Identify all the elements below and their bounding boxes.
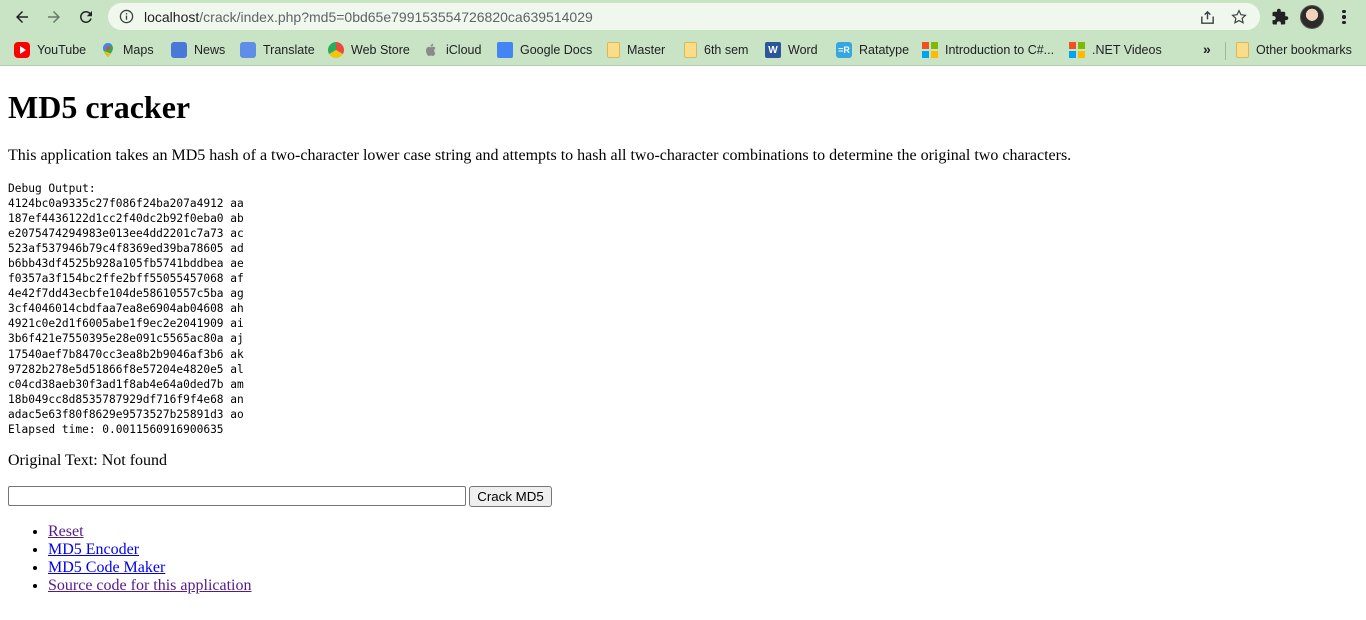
bookmark-folder-6th-sem[interactable]: 6th sem <box>684 40 748 60</box>
translate-icon <box>240 42 256 58</box>
forward-button[interactable] <box>42 5 66 29</box>
debug-line: 97282b278e5d51866f8e57204e4820e5 al <box>8 362 244 376</box>
bookmark-label: Google Docs <box>520 43 593 57</box>
url-text[interactable]: localhost/crack/index.php?md5=0bd65e7991… <box>144 9 593 25</box>
bookmarks-divider <box>1225 42 1226 60</box>
microsoft-icon <box>922 42 938 58</box>
profile-avatar[interactable] <box>1300 5 1324 29</box>
debug-line: 187ef4436122d1cc2f40dc2b92f0eba0 ab <box>8 212 244 226</box>
ratatype-icon: =R <box>836 42 852 58</box>
bookmark-news[interactable]: News <box>171 40 225 60</box>
debug-line: 523af537946b79c4f8369ed39ba78605 ad <box>8 242 244 256</box>
debug-line: 4e42f7dd43ecbfe104de58610557c5ba ag <box>8 287 244 301</box>
list-item: MD5 Encoder <box>48 541 252 559</box>
debug-line: f0357a3f154bc2ffe2bff55055457068 af <box>8 272 244 286</box>
bookmark-ratatype[interactable]: =R Ratatype <box>836 40 909 60</box>
debug-line: 17540aef7b8470cc3ea8b2b9046af3b6 ak <box>8 347 244 361</box>
bookmark-label: Other bookmarks <box>1256 43 1352 57</box>
links-list: Reset MD5 Encoder MD5 Code Maker Source … <box>8 523 252 595</box>
apple-icon <box>423 42 439 58</box>
list-item: Reset <box>48 523 252 541</box>
share-icon[interactable] <box>1198 8 1216 26</box>
url-path: /crack/index.php?md5=0bd65e7991535547268… <box>199 8 593 25</box>
bookmark-label: News <box>194 43 226 57</box>
elapsed-time: Elapsed time: 0.0011560916900635 <box>8 422 224 436</box>
bookmarks-bar: YouTube Maps News Translate Web Store iC… <box>0 34 1366 66</box>
bookmark-google-docs[interactable]: Google Docs <box>497 40 592 60</box>
crack-md5-button[interactable]: Crack MD5 <box>469 486 552 507</box>
original-text-result: Original Text: Not found <box>8 452 167 470</box>
source-code-link[interactable]: Source code for this application <box>48 577 252 594</box>
bookmark-label: Ratatype <box>859 43 910 57</box>
bookmark-youtube[interactable]: YouTube <box>14 40 86 60</box>
webstore-icon <box>328 42 344 58</box>
debug-line: e2075474294983e013ee4dd2201c7a73 ac <box>8 227 244 241</box>
page-title: MD5 cracker <box>8 89 191 125</box>
bookmark-word[interactable]: W Word <box>765 40 818 60</box>
star-icon[interactable] <box>1230 8 1248 26</box>
bookmark-label: Web Store <box>351 43 410 57</box>
folder-icon <box>684 42 697 58</box>
maps-icon <box>100 42 116 58</box>
debug-line: 18b049cc8d8535787929df716f9f4e68 an <box>8 392 244 406</box>
browser-toolbar: localhost/crack/index.php?md5=0bd65e7991… <box>0 0 1366 34</box>
list-item: Source code for this application <box>48 577 252 595</box>
reload-icon <box>79 10 92 23</box>
bookmark-label: Introduction to C#... <box>945 43 1055 57</box>
kebab-menu-icon[interactable] <box>1336 6 1352 28</box>
md5-encoder-link[interactable]: MD5 Encoder <box>48 541 139 558</box>
page-description: This application takes an MD5 hash of a … <box>8 147 1072 164</box>
debug-line: c04cd38aeb30f3ad1f8ab4e64a0ded7b am <box>8 377 244 391</box>
folder-icon <box>607 42 620 58</box>
url-host: localhost <box>144 8 200 25</box>
back-button[interactable] <box>10 5 34 29</box>
bookmark-label: Master <box>627 43 666 57</box>
bookmark-dotnet-videos[interactable]: .NET Videos <box>1069 40 1162 60</box>
puzzle-icon[interactable] <box>1270 7 1290 27</box>
bookmark-label: .NET Videos <box>1092 43 1162 57</box>
bookmark-intro-csharp[interactable]: Introduction to C#... <box>922 40 1054 60</box>
arrow-right-icon <box>48 11 60 23</box>
gdocs-icon <box>497 42 513 58</box>
reload-button[interactable] <box>74 5 98 29</box>
bookmark-label: 6th sem <box>704 43 749 57</box>
md5-code-maker-link[interactable]: MD5 Code Maker <box>48 559 165 576</box>
bookmark-maps[interactable]: Maps <box>100 40 154 60</box>
address-bar[interactable]: localhost/crack/index.php?md5=0bd65e7991… <box>108 3 1260 30</box>
debug-header: Debug Output: <box>8 182 96 195</box>
reset-link[interactable]: Reset <box>48 523 84 540</box>
md5-input[interactable] <box>8 486 466 506</box>
debug-line: 3cf4046014cbdfaa7ea8e6904ab04608 ah <box>8 302 244 316</box>
debug-line: 3b6f421e7550395e28e091c5565ac80a aj <box>8 332 244 346</box>
youtube-icon <box>14 42 30 58</box>
debug-line: 4124bc0a9335c27f086f24ba207a4912 aa <box>8 197 244 211</box>
folder-icon <box>1236 42 1249 58</box>
bookmark-folder-master[interactable]: Master <box>607 40 665 60</box>
arrow-left-icon <box>16 11 28 23</box>
debug-line: 4921c0e2d1f6005abe1f9ec2e2041909 ai <box>8 317 244 331</box>
other-bookmarks[interactable]: Other bookmarks <box>1236 40 1352 60</box>
bookmark-label: Translate <box>263 43 315 57</box>
microsoft-icon <box>1069 42 1085 58</box>
bookmark-label: Word <box>788 43 818 57</box>
bookmark-label: Maps <box>123 43 154 57</box>
info-icon[interactable] <box>118 9 134 25</box>
bookmark-webstore[interactable]: Web Store <box>328 40 410 60</box>
word-icon: W <box>765 42 781 58</box>
list-item: MD5 Code Maker <box>48 559 252 577</box>
bookmark-translate[interactable]: Translate <box>240 40 315 60</box>
debug-line: adac5e63f80f8629e9573527b25891d3 ao <box>8 407 244 421</box>
original-text-label: Original Text: <box>8 452 98 469</box>
more-bookmarks-button[interactable]: » <box>1203 41 1211 57</box>
original-text-value: Not found <box>101 452 168 469</box>
bookmark-label: YouTube <box>37 43 87 57</box>
debug-line: b6bb43df4525b928a105fb5741bddbea ae <box>8 257 244 271</box>
bookmark-label: iCloud <box>446 43 482 57</box>
debug-output: Debug Output: 4124bc0a9335c27f086f24ba20… <box>8 181 244 437</box>
news-icon <box>171 42 187 58</box>
bookmark-icloud[interactable]: iCloud <box>423 40 481 60</box>
